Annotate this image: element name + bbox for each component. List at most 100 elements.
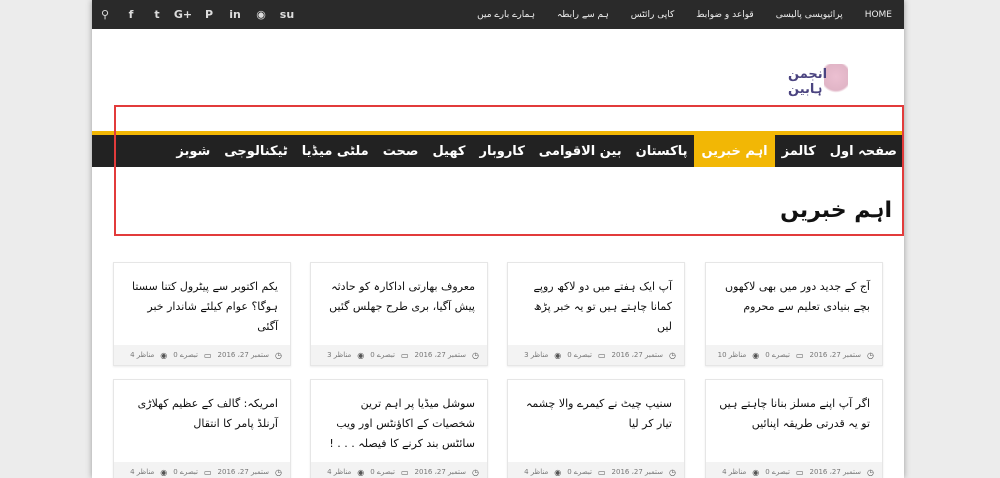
- news-card-meta: ◷ ستمبر 27، 2016 ▭ 0 تبصرے ◉ 4 مناظر: [114, 462, 290, 478]
- news-card-views: 4 مناظر: [327, 468, 352, 476]
- news-card-title[interactable]: امریکہ: گالف کے عظیم کھلاڑی آرنلڈ پامر ک…: [114, 380, 290, 460]
- page-title: اہم خبریں: [780, 198, 892, 223]
- nav-item-top-news[interactable]: اہم خبریں: [694, 135, 775, 167]
- news-card[interactable]: آپ ایک ہفتے میں دو لاکھ روپے کمانا چاہتے…: [507, 262, 685, 366]
- top-menu-home[interactable]: HOME: [865, 10, 892, 20]
- news-card-views: 10 مناظر: [717, 351, 747, 359]
- twitter-icon[interactable]: t: [144, 0, 170, 29]
- nav-item-health[interactable]: صحت: [376, 135, 426, 167]
- news-card-views: 4 مناظر: [524, 468, 549, 476]
- nav-item-business[interactable]: کاروبار: [473, 135, 532, 167]
- comment-icon: ▭: [400, 350, 409, 360]
- news-card-title[interactable]: آپ ایک ہفتے میں دو لاکھ روپے کمانا چاہتے…: [508, 263, 684, 343]
- eye-icon: ◉: [752, 467, 760, 477]
- clock-icon: ◷: [867, 467, 874, 477]
- eye-icon: ◉: [357, 350, 365, 360]
- news-card-comments[interactable]: 0 تبصرے: [173, 468, 198, 476]
- nav-item-sports[interactable]: کھیل: [425, 135, 472, 167]
- comment-icon: ▭: [400, 467, 409, 477]
- news-card[interactable]: یکم اکتوبر سے پیٹرول کتنا سستا ہوگا؟ عوا…: [113, 262, 291, 366]
- top-menu-terms[interactable]: قواعد و ضوابط: [696, 10, 753, 20]
- top-menu: HOME پرائیویسی پالیسی قواعد و ضوابط کاپی…: [477, 10, 904, 20]
- news-card-views: 4 مناظر: [130, 351, 155, 359]
- google-plus-icon[interactable]: G+: [170, 0, 196, 29]
- news-card[interactable]: سوشل میڈیا پر اہم ترین شخصیات کے اکاؤنٹس…: [310, 379, 488, 478]
- news-card[interactable]: سنیپ چیٹ نے کیمرے والا چشمہ تیار کر لیا …: [507, 379, 685, 478]
- news-card-comments[interactable]: 0 تبصرے: [765, 468, 790, 476]
- news-card-views: 3 مناظر: [524, 351, 549, 359]
- logo-text: انجمن ہابین: [788, 67, 828, 97]
- news-card[interactable]: امریکہ: گالف کے عظیم کھلاڑی آرنلڈ پامر ک…: [113, 379, 291, 478]
- news-card-views: 3 مناظر: [327, 351, 352, 359]
- stumbleupon-icon[interactable]: su: [274, 0, 300, 29]
- eye-icon: ◉: [554, 350, 562, 360]
- reddit-icon[interactable]: ◉: [248, 0, 274, 29]
- news-card-comments[interactable]: 0 تبصرے: [173, 351, 198, 359]
- main-nav: صفحہ اول کالمز اہم خبریں پاکستان بین الا…: [92, 135, 904, 167]
- news-card[interactable]: آج کے جدید دور میں بھی لاکھوں بچے بنیادی…: [705, 262, 883, 366]
- news-card-date: ستمبر 27، 2016: [217, 468, 270, 476]
- news-card-date: ستمبر 27، 2016: [217, 351, 270, 359]
- news-card-comments[interactable]: 0 تبصرے: [370, 468, 395, 476]
- news-card-date: ستمبر 27، 2016: [809, 351, 862, 359]
- news-card-views: 4 مناظر: [130, 468, 155, 476]
- eye-icon: ◉: [554, 467, 562, 477]
- news-card-comments[interactable]: 0 تبصرے: [567, 351, 592, 359]
- nav-item-multimedia[interactable]: ملٹی میڈیا: [295, 135, 376, 167]
- news-card-comments[interactable]: 0 تبصرے: [765, 351, 790, 359]
- news-card-meta: ◷ ستمبر 27، 2016 ▭ 0 تبصرے ◉ 4 مناظر: [706, 462, 882, 478]
- news-card-date: ستمبر 27، 2016: [611, 468, 664, 476]
- comment-icon: ▭: [795, 350, 804, 360]
- news-card-views: 4 مناظر: [722, 468, 747, 476]
- eye-icon: ◉: [160, 467, 168, 477]
- eye-icon: ◉: [160, 350, 168, 360]
- news-card[interactable]: اگر آپ اپنے مسلز بنانا چاہتے ہیں تو یہ ق…: [705, 379, 883, 478]
- eye-icon: ◉: [357, 467, 365, 477]
- news-card-title[interactable]: سنیپ چیٹ نے کیمرے والا چشمہ تیار کر لیا: [508, 380, 684, 460]
- news-card-title[interactable]: معروف بھارتی اداکارہ کو حادثہ پیش آگیا، …: [311, 263, 487, 343]
- nav-item-pakistan[interactable]: پاکستان: [629, 135, 695, 167]
- clock-icon: ◷: [669, 467, 676, 477]
- news-card[interactable]: معروف بھارتی اداکارہ کو حادثہ پیش آگیا، …: [310, 262, 488, 366]
- news-card-meta: ◷ ستمبر 27، 2016 ▭ 0 تبصرے ◉ 10 مناظر: [706, 345, 882, 365]
- site-logo[interactable]: انجمن ہابین: [788, 64, 862, 100]
- news-card-meta: ◷ ستمبر 27، 2016 ▭ 0 تبصرے ◉ 3 مناظر: [311, 345, 487, 365]
- eye-icon: ◉: [752, 350, 760, 360]
- top-menu-about[interactable]: ہمارے بارے میں: [477, 10, 535, 20]
- nav-item-technology[interactable]: ٹیکنالوجی: [217, 135, 295, 167]
- page: ⚲ f t G+ P in ◉ su HOME پرائیویسی پالیسی…: [92, 0, 904, 478]
- news-card-meta: ◷ ستمبر 27، 2016 ▭ 0 تبصرے ◉ 4 مناظر: [508, 462, 684, 478]
- pinterest-icon[interactable]: P: [196, 0, 222, 29]
- clock-icon: ◷: [275, 467, 282, 477]
- top-menu-copyright[interactable]: کاپی رائٹس: [631, 10, 674, 20]
- clock-icon: ◷: [275, 350, 282, 360]
- comment-icon: ▭: [203, 467, 212, 477]
- top-bar: ⚲ f t G+ P in ◉ su HOME پرائیویسی پالیسی…: [92, 0, 904, 29]
- news-card-date: ستمبر 27، 2016: [414, 468, 467, 476]
- news-card-comments[interactable]: 0 تبصرے: [370, 351, 395, 359]
- news-card-date: ستمبر 27، 2016: [611, 351, 664, 359]
- news-card-meta: ◷ ستمبر 27، 2016 ▭ 0 تبصرے ◉ 4 مناظر: [114, 345, 290, 365]
- comment-icon: ▭: [203, 350, 212, 360]
- top-menu-contact[interactable]: ہم سے رابطہ: [557, 10, 609, 20]
- nav-item-showbiz[interactable]: شوبز: [169, 135, 217, 167]
- nav-item-home[interactable]: صفحہ اول: [823, 135, 904, 167]
- news-card-title[interactable]: یکم اکتوبر سے پیٹرول کتنا سستا ہوگا؟ عوا…: [114, 263, 290, 343]
- comment-icon: ▭: [597, 350, 606, 360]
- clock-icon: ◷: [472, 467, 479, 477]
- news-card-title[interactable]: آج کے جدید دور میں بھی لاکھوں بچے بنیادی…: [706, 263, 882, 343]
- news-card-title[interactable]: اگر آپ اپنے مسلز بنانا چاہتے ہیں تو یہ ق…: [706, 380, 882, 460]
- comment-icon: ▭: [795, 467, 804, 477]
- facebook-icon[interactable]: f: [118, 0, 144, 29]
- news-card-title[interactable]: سوشل میڈیا پر اہم ترین شخصیات کے اکاؤنٹس…: [311, 380, 487, 460]
- linkedin-icon[interactable]: in: [222, 0, 248, 29]
- news-card-comments[interactable]: 0 تبصرے: [567, 468, 592, 476]
- news-card-date: ستمبر 27، 2016: [414, 351, 467, 359]
- social-links: ⚲ f t G+ P in ◉ su: [92, 0, 300, 29]
- nav-item-international[interactable]: بین الاقوامی: [532, 135, 629, 167]
- news-card-meta: ◷ ستمبر 27، 2016 ▭ 0 تبصرے ◉ 3 مناظر: [508, 345, 684, 365]
- top-menu-privacy[interactable]: پرائیویسی پالیسی: [776, 10, 843, 20]
- nav-item-columns[interactable]: کالمز: [775, 135, 823, 167]
- search-icon[interactable]: ⚲: [92, 0, 118, 29]
- comment-icon: ▭: [597, 467, 606, 477]
